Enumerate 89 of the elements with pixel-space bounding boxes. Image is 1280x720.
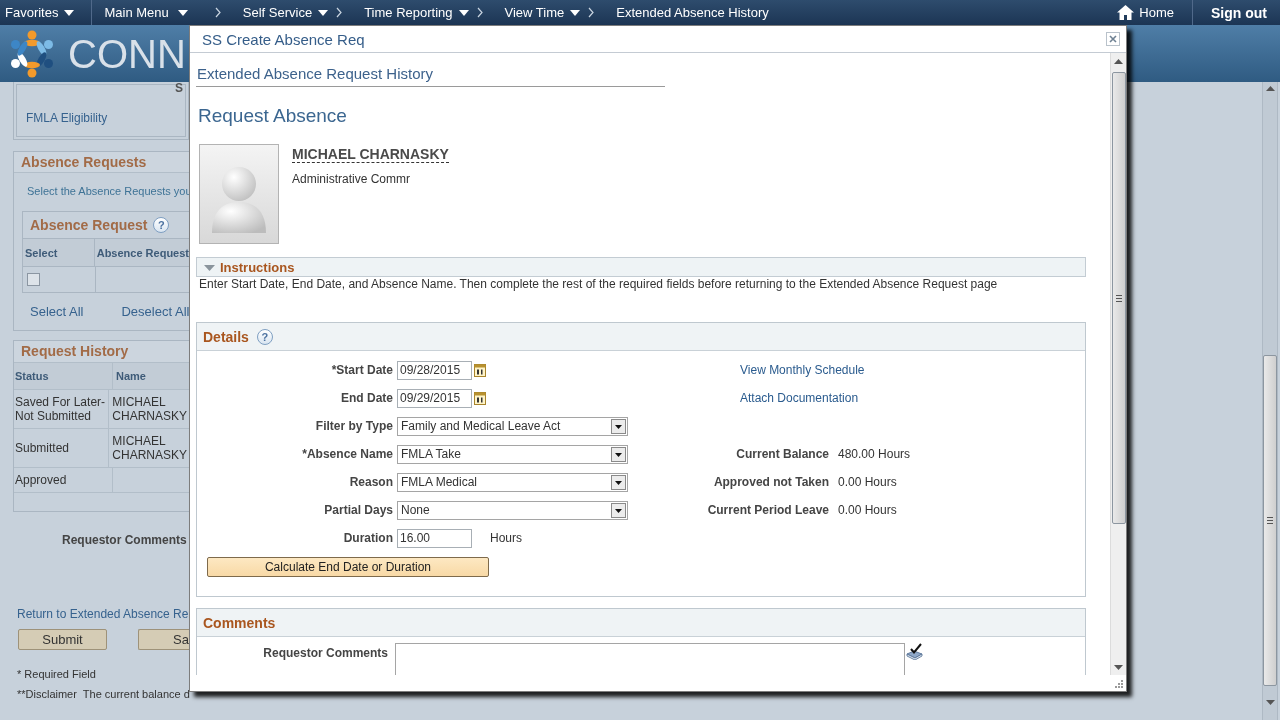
dropdown-field[interactable]: Family and Medical Leave Act (397, 416, 628, 436)
breadcrumb-link[interactable]: Time Reporting (364, 0, 469, 25)
field-value: 0.00 Hours (838, 475, 897, 489)
link[interactable]: Attach Documentation (740, 391, 859, 405)
checkbox[interactable] (27, 273, 40, 286)
field-label: Reason (348, 475, 394, 489)
page-title: Extended Absence Request History (196, 65, 433, 82)
link[interactable]: View Monthly Schedule (740, 363, 865, 377)
scroll-down-arrow-icon[interactable] (1114, 665, 1123, 670)
return-link[interactable]: Return to Extended Absence Re (13, 607, 189, 622)
resize-grip-icon[interactable] (1114, 679, 1123, 688)
table-cell: Approved (14, 468, 113, 492)
section-title: Comments (203, 614, 276, 631)
home-icon (1117, 5, 1135, 20)
help-button[interactable]: ? (153, 217, 170, 233)
column-header: Absence Request (95, 245, 189, 261)
chevron-right-icon (588, 7, 595, 18)
grid-title: Absence Request (30, 217, 148, 233)
grid-action-link[interactable]: Deselect All (121, 304, 190, 320)
breadcrumb-link[interactable]: Self Service (242, 0, 329, 25)
column-header: Select (23, 239, 95, 266)
field-label: Filter by Type (314, 419, 394, 433)
breadcrumb-link[interactable]: View Time (504, 0, 581, 25)
nav-menu-button[interactable]: Favorites (0, 0, 92, 25)
scrollbar[interactable] (1110, 53, 1126, 675)
field-label: Duration (342, 531, 394, 545)
table-cell: Submitted (14, 429, 110, 467)
field-label: Current Period Leave (706, 503, 829, 517)
scroll-up-arrow-icon[interactable] (1114, 59, 1123, 64)
dialog-title: SS Create Absence Req (202, 30, 365, 48)
calendar-icon[interactable] (474, 363, 486, 377)
section-heading: S (175, 82, 184, 95)
comments-field[interactable] (395, 643, 905, 675)
scrollbar-thumb[interactable] (1111, 72, 1126, 524)
section-title: Details (203, 328, 249, 345)
calendar-icon[interactable] (474, 391, 486, 405)
breadcrumb-link[interactable]: Extended Absence History (616, 0, 769, 25)
column-header: Name (115, 369, 147, 384)
field-value: 0.00 Hours (838, 503, 897, 517)
chevron-right-icon (336, 7, 343, 18)
dropdown-field[interactable]: None (397, 500, 628, 520)
page-heading: Request Absence (198, 104, 347, 128)
panel-header: Absence Requests (14, 152, 189, 173)
home-link[interactable]: Home (1117, 0, 1192, 25)
scroll-down-arrow-icon[interactable] (1265, 700, 1275, 705)
sign-out-link[interactable]: Sign out (1193, 0, 1280, 25)
action-button[interactable]: Sa (138, 629, 189, 650)
nav-menu-button[interactable]: Main Menu (92, 0, 188, 25)
duration-field[interactable]: 16.00 (397, 528, 472, 548)
table-cell-text: MICHAEL CHARNASKY (111, 394, 188, 425)
job-title: Administrative Commr (292, 172, 411, 187)
field-label: Requestor Comments (262, 645, 389, 661)
field-label: *Absence Name (301, 447, 394, 461)
disclaimer-text: **Disclaimer The current balance d (16, 688, 189, 701)
chevron-right-icon (476, 7, 483, 18)
avatar-silhouette-icon (199, 144, 279, 244)
date-field[interactable]: 09/28/2015 (397, 360, 472, 380)
field-label: Partial Days (323, 503, 394, 517)
chevron-right-icon (214, 7, 221, 18)
field-label: *Start Date (330, 363, 394, 377)
grid-action-link[interactable]: Select All (30, 304, 84, 320)
column-header: Status (14, 363, 113, 389)
field-label: Current Balance (735, 447, 829, 461)
table-cell: Saved For Later-Not Submitted (14, 390, 110, 428)
dropdown-field[interactable]: FMLA Medical (397, 472, 628, 492)
action-button[interactable]: Submit (18, 629, 107, 650)
unit-label: Hours (490, 531, 522, 545)
required-note: * Required Field (16, 668, 97, 681)
field-value: 480.00 Hours (838, 447, 911, 461)
employee-name: MICHAEL CHARNASKY (292, 146, 449, 163)
dropdown-field[interactable]: FMLA Take (397, 444, 628, 464)
field-label: Approved not Taken (712, 475, 829, 489)
logo-text: CONN (68, 30, 186, 77)
close-button[interactable] (1106, 32, 1120, 46)
scrollbar-thumb[interactable] (1263, 355, 1277, 686)
field-label: End Date (340, 391, 394, 405)
eligibility-link[interactable]: FMLA Eligibility (14, 111, 188, 126)
field-label: Requestor Comments (61, 533, 188, 548)
panel-header: Request History (14, 341, 189, 363)
scroll-up-arrow-icon[interactable] (1265, 86, 1275, 91)
scrollbar[interactable] (1262, 82, 1278, 720)
help-button[interactable]: ? (256, 328, 273, 345)
close-icon (1109, 35, 1117, 43)
calculate-button[interactable]: Calculate End Date or Duration (207, 557, 489, 577)
date-field[interactable]: 09/29/2015 (397, 388, 472, 408)
instructions-text: Enter Start Date, End Date, and Absence Name. Then complete the rest of the required fields before returning to the Extended Absence Request page (198, 277, 998, 292)
checkmark-book-icon[interactable] (906, 643, 923, 660)
section-header[interactable]: Instructions (196, 257, 1086, 277)
table-cell-text: MICHAEL CHARNASKY (111, 433, 188, 464)
